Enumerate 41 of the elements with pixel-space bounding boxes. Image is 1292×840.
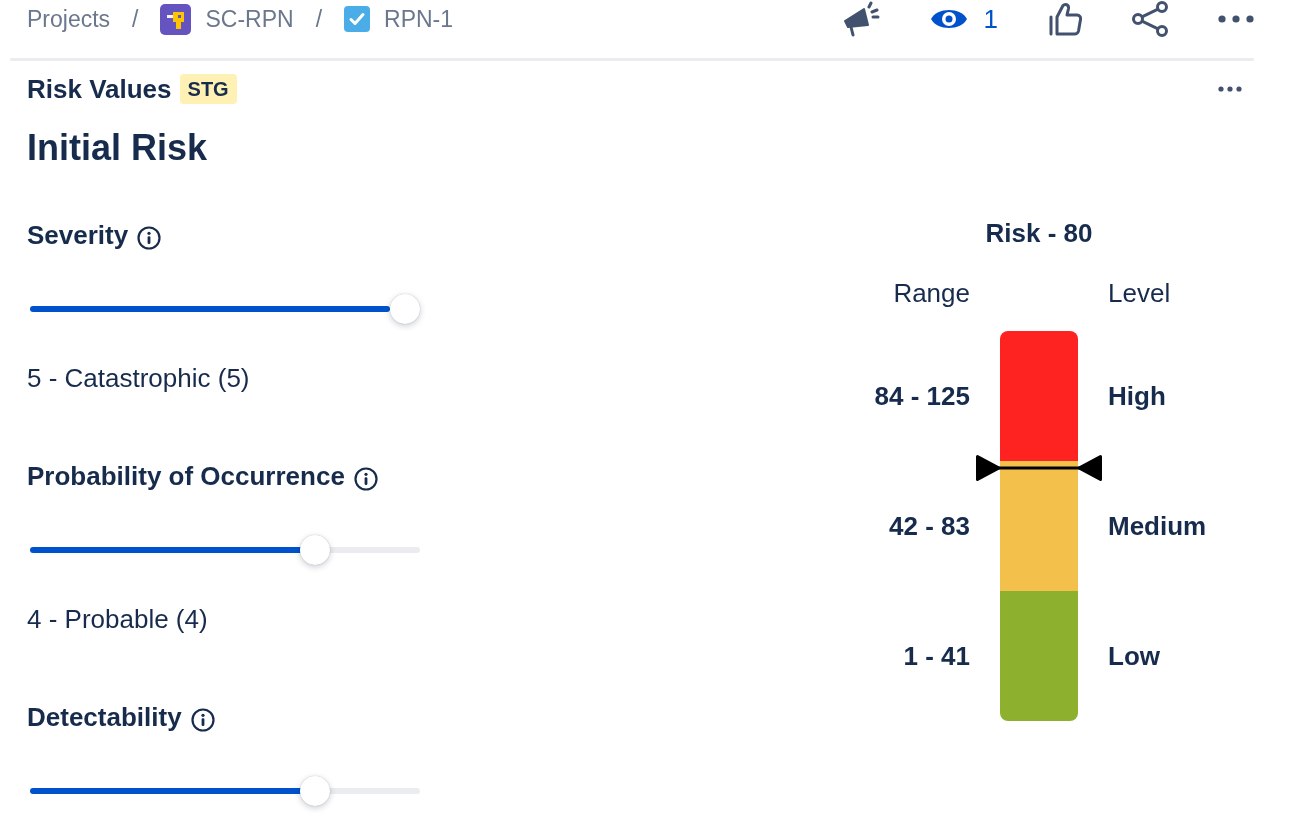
field-value: 5 - Catastrophic (5) [27, 362, 251, 395]
risk-score: Risk - 80 [985, 217, 1093, 250]
like-button[interactable] [1048, 2, 1082, 36]
environment-tag: STG [179, 74, 237, 104]
field-label: Detectability [27, 701, 182, 734]
risk-range: 1 - 41 [903, 640, 970, 673]
risk-range: 42 - 83 [889, 510, 970, 543]
info-icon[interactable] [353, 466, 378, 491]
info-icon[interactable] [137, 225, 162, 250]
panel-title: Risk Values [27, 73, 172, 106]
breadcrumb-link[interactable]: SC-RPN [160, 3, 294, 35]
risk-level: Medium [1108, 510, 1207, 543]
field-label: Severity [27, 219, 129, 252]
section-heading: Initial Risk [27, 126, 208, 170]
slider-thumb[interactable] [300, 535, 330, 565]
column-header: Range [893, 277, 970, 310]
more-icon [1218, 86, 1242, 92]
more-button[interactable] [1218, 15, 1254, 23]
field-value: 4 - Probable (4) [27, 603, 209, 636]
field-label: Probability of Occurrence [27, 460, 345, 493]
thumbs-up-icon [1048, 2, 1082, 36]
megaphone-icon [841, 1, 880, 37]
info-icon[interactable] [190, 707, 215, 732]
breadcrumb-link[interactable]: Projects [27, 4, 111, 34]
announce-button[interactable] [841, 1, 880, 37]
watch-button[interactable]: 1 [929, 4, 998, 34]
project-avatar-icon [160, 3, 192, 35]
slider-thumb[interactable] [390, 294, 420, 324]
breadcrumb-separator: / [315, 5, 323, 33]
risk-range: 84 - 125 [874, 380, 970, 413]
more-icon [1218, 15, 1254, 23]
column-header: Level [1108, 277, 1171, 310]
slider-thumb[interactable] [300, 776, 330, 806]
risk-level: High [1108, 380, 1166, 413]
panel-more-button[interactable] [1218, 86, 1242, 92]
share-button[interactable] [1132, 1, 1168, 37]
task-check-icon [344, 6, 371, 32]
breadcrumb-link[interactable]: RPN-1 [344, 4, 454, 34]
risk-level: Low [1108, 640, 1160, 673]
breadcrumb-separator: / [132, 5, 139, 33]
share-icon [1132, 1, 1168, 37]
